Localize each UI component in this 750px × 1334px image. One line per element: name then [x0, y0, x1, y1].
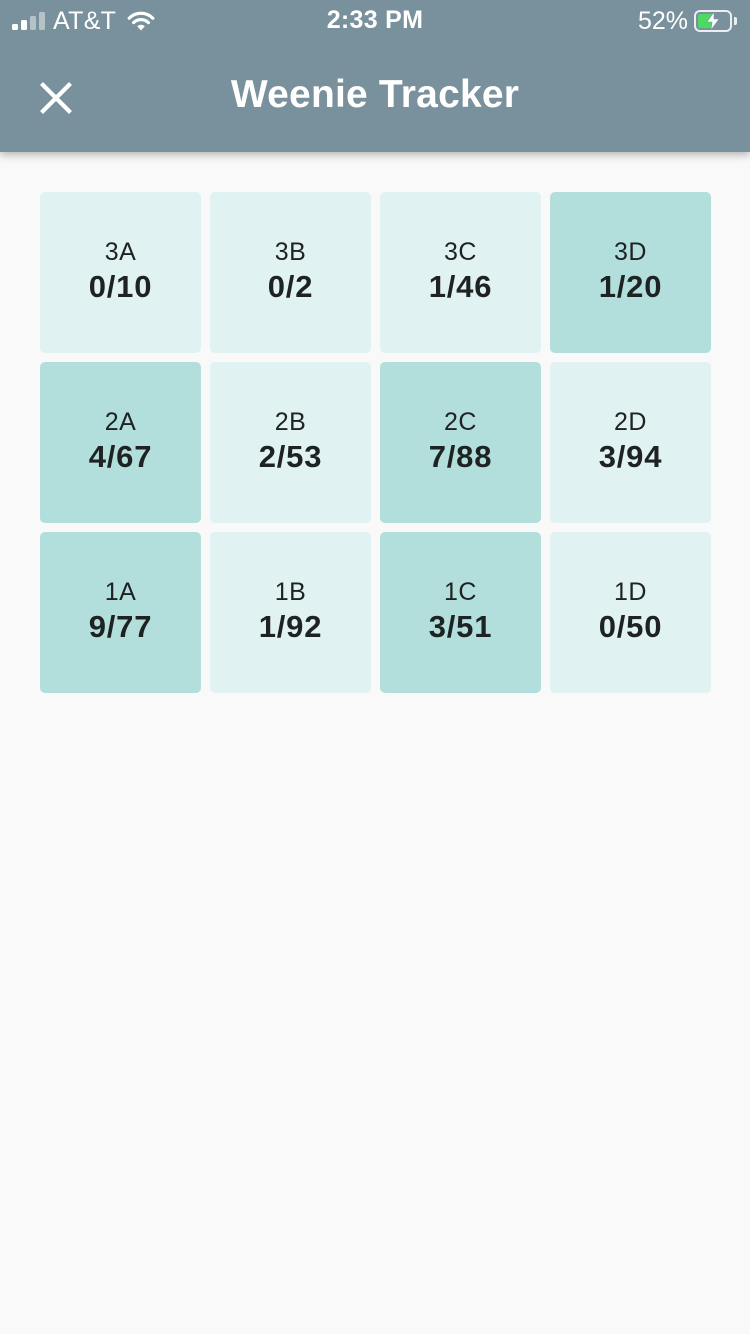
toolbar: Weenie Tracker	[0, 40, 750, 152]
cell-count: 0/50	[598, 608, 663, 644]
cell-label: 3D	[614, 237, 647, 266]
close-icon	[40, 82, 72, 114]
cell-count: 4/67	[88, 438, 153, 474]
grid-cell-3d[interactable]: 3D 1/20	[550, 192, 711, 353]
cell-label: 1D	[614, 577, 647, 606]
cell-label: 3A	[104, 237, 137, 266]
battery-nub	[734, 17, 737, 25]
close-button[interactable]	[30, 72, 82, 124]
cell-label: 3C	[444, 237, 477, 266]
page-title: Weenie Tracker	[230, 73, 520, 116]
cell-label: 2C	[444, 407, 477, 436]
battery-icon	[694, 10, 732, 32]
grid-cell-1d[interactable]: 1D 0/50	[550, 532, 711, 693]
cell-count: 2/53	[258, 438, 323, 474]
grid-cell-1a[interactable]: 1A 9/77	[40, 532, 201, 693]
grid-cell-3c[interactable]: 3C 1/46	[380, 192, 541, 353]
grid-cell-1c[interactable]: 1C 3/51	[380, 532, 541, 693]
grid-cell-2d[interactable]: 2D 3/94	[550, 362, 711, 523]
app-header: AT&T 2:33 PM 52% Weenie Tracker	[0, 0, 750, 152]
cell-count: 9/77	[88, 608, 153, 644]
cell-label: 3B	[274, 237, 307, 266]
cell-label: 2D	[614, 407, 647, 436]
grid-cell-3a[interactable]: 3A 0/10	[40, 192, 201, 353]
cell-count: 7/88	[428, 438, 493, 474]
cell-count: 3/51	[428, 608, 493, 644]
cell-label: 2B	[274, 407, 307, 436]
status-bar: AT&T 2:33 PM 52%	[0, 0, 750, 40]
cell-label: 1A	[104, 577, 137, 606]
cell-label: 2A	[104, 407, 137, 436]
grid-cell-2c[interactable]: 2C 7/88	[380, 362, 541, 523]
cell-label: 1B	[274, 577, 307, 606]
grid-cell-3b[interactable]: 3B 0/2	[210, 192, 371, 353]
cell-count: 3/94	[598, 438, 663, 474]
cell-count: 1/20	[598, 268, 663, 304]
cell-count: 0/2	[267, 268, 314, 304]
tracker-grid: 3A 0/10 3B 0/2 3C 1/46 3D 1/20 2A 4/67 2…	[40, 192, 711, 693]
cell-count: 0/10	[88, 268, 153, 304]
grid-cell-1b[interactable]: 1B 1/92	[210, 532, 371, 693]
cell-label: 1C	[444, 577, 477, 606]
battery-percentage: 52%	[637, 6, 688, 35]
cell-count: 1/92	[258, 608, 323, 644]
grid-cell-2b[interactable]: 2B 2/53	[210, 362, 371, 523]
cell-count: 1/46	[428, 268, 493, 304]
status-right: 52%	[638, 7, 737, 35]
charging-bolt-icon	[706, 12, 720, 30]
grid-cell-2a[interactable]: 2A 4/67	[40, 362, 201, 523]
